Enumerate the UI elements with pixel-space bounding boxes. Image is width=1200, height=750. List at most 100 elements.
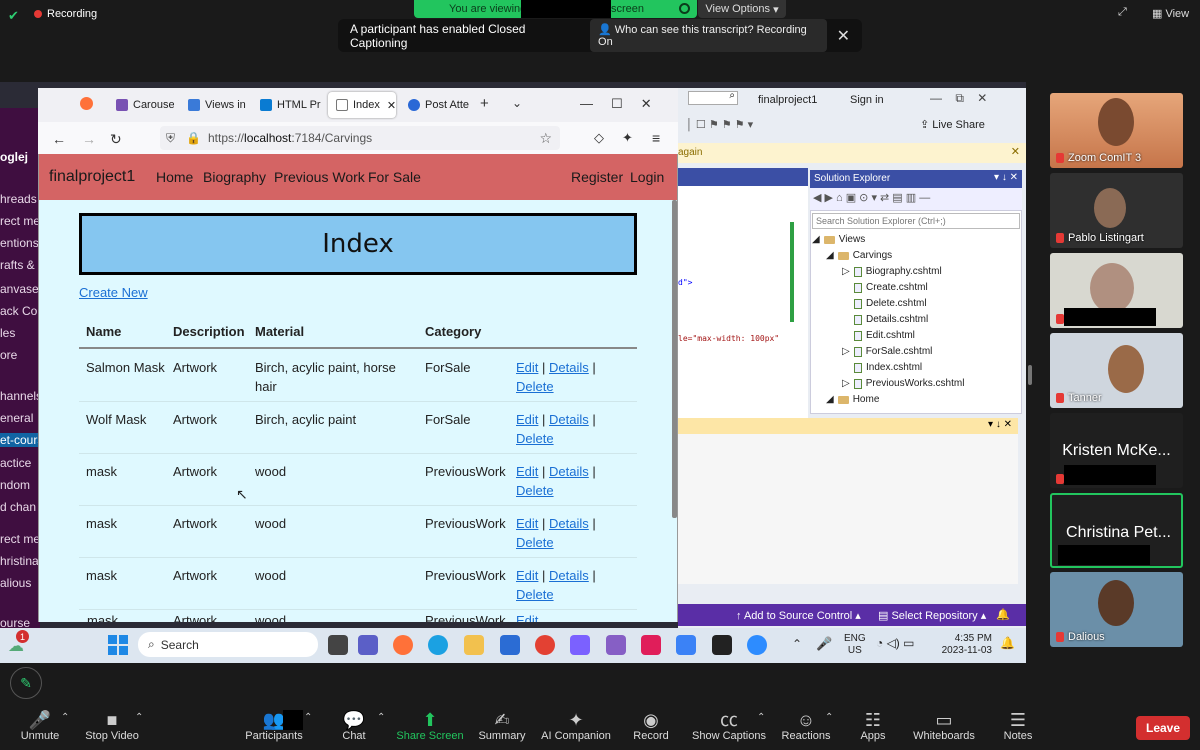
details-link[interactable]: Details <box>549 516 589 531</box>
recording-indicator[interactable]: Recording <box>34 8 97 20</box>
slack-item[interactable]: hreads <box>0 192 37 206</box>
solution-explorer-toolbar[interactable]: ◀ ▶ ⌂ ▣ ⊙ ▾ ⇄ ▤ ▥ — <box>810 188 1022 210</box>
delete-link[interactable]: Delete <box>516 483 554 498</box>
firefox-taskbar-icon[interactable] <box>393 635 413 655</box>
vs-window-controls[interactable]: — ⧉ ✕ <box>930 91 987 106</box>
tab-carousel[interactable]: Carousel <box>108 92 174 118</box>
chevron-up-icon[interactable]: ⌃ <box>757 712 765 723</box>
site-brand[interactable]: finalproject1 <box>49 168 135 186</box>
details-link[interactable]: Details <box>549 464 589 479</box>
chrome-icon[interactable] <box>535 635 555 655</box>
nav-previous-work[interactable]: Previous Work <box>274 169 365 185</box>
tree-folder-carvings[interactable]: ◢ Carvings <box>826 250 892 261</box>
participant-tile[interactable]: Pablo Listingart <box>1050 173 1183 248</box>
nav-login[interactable]: Login <box>630 169 664 185</box>
details-link[interactable]: Details <box>549 360 589 375</box>
nav-biography[interactable]: Biography <box>203 169 266 185</box>
nav-for-sale[interactable]: For Sale <box>368 169 421 185</box>
details-link[interactable]: Details <box>549 412 589 427</box>
record-button[interactable]: ◉ Record <box>611 710 691 742</box>
participant-tile[interactable]: Tanner <box>1050 333 1183 408</box>
pocket-icon[interactable]: ◇ <box>594 130 604 146</box>
bell-icon[interactable]: 🔔 <box>996 608 1010 621</box>
ai-companion-button[interactable]: ✦ AI Companion <box>536 710 616 742</box>
task-view-icon[interactable] <box>328 635 348 655</box>
tree-folder-views[interactable]: ◢ Views <box>812 234 865 245</box>
slack-item-active[interactable]: et-cours <box>0 433 43 447</box>
slack-item[interactable]: rect me <box>0 214 40 228</box>
slack-icon[interactable] <box>641 635 661 655</box>
tree-file[interactable]: ▷ ForSale.cshtml <box>842 346 932 357</box>
slack-item[interactable]: hannels <box>0 389 42 403</box>
forward-icon[interactable]: → <box>82 131 96 147</box>
delete-link[interactable]: Delete <box>516 431 554 446</box>
edit-link[interactable]: Edit <box>516 412 538 427</box>
file-explorer-icon[interactable] <box>464 635 484 655</box>
chevron-up-icon[interactable]: ⌃ <box>135 712 143 723</box>
tree-file[interactable]: Index.cshtml <box>854 362 922 373</box>
copilot-icon[interactable] <box>570 635 590 655</box>
windows-start-icon[interactable] <box>108 635 128 655</box>
tree-file[interactable]: Edit.cshtml <box>854 330 915 341</box>
live-share-button[interactable]: ⇪ Live Share <box>920 118 985 131</box>
delete-link[interactable]: Delete <box>516 379 554 394</box>
leave-button[interactable]: Leave <box>1136 716 1190 740</box>
participant-tile[interactable]: Zoom ComIT 3 <box>1050 93 1183 168</box>
tab-post[interactable]: Post Atte <box>400 92 470 118</box>
extensions-icon[interactable]: ✦ <box>622 130 633 146</box>
edge-icon[interactable] <box>428 635 448 655</box>
fullscreen-icon[interactable]: ⤢ <box>1118 6 1127 19</box>
tree-file[interactable]: Details.cshtml <box>854 314 928 325</box>
menu-icon[interactable]: ≡ <box>652 130 660 146</box>
language-indicator[interactable]: ENG US <box>844 633 866 657</box>
tab-index[interactable]: Index ✕ <box>328 92 396 118</box>
vs-toolbar-icons[interactable]: │ ☐ ⚑ ⚑ ⚑ ▾ <box>686 118 753 131</box>
tab-views[interactable]: Views in <box>180 92 250 118</box>
slack-item[interactable]: entions <box>0 236 39 250</box>
slack-item[interactable]: alious <box>0 576 31 590</box>
teams-icon[interactable] <box>358 635 378 655</box>
slack-item[interactable]: ore <box>0 348 17 362</box>
transcript-visibility-button[interactable]: 👤 Who can see this transcript? Recording… <box>590 19 827 52</box>
whiteboards-button[interactable]: ▭ Whiteboards <box>904 710 984 742</box>
share-screen-button[interactable]: ⬆ Share Screen <box>390 710 470 742</box>
visual-studio-icon[interactable] <box>606 635 626 655</box>
page-scrollbar[interactable] <box>672 200 677 518</box>
annotate-pencil-icon[interactable]: ✎ <box>10 667 42 699</box>
tab-html[interactable]: HTML Pr <box>252 92 324 118</box>
microphone-icon[interactable]: 🎤 <box>816 636 832 652</box>
firefox-icon[interactable] <box>80 97 93 110</box>
edit-link[interactable]: Edit <box>516 516 538 531</box>
edit-link[interactable]: Edit <box>516 464 538 479</box>
delete-link[interactable]: Delete <box>516 587 554 602</box>
url-bar[interactable]: ⛨ 🔒 https://localhost:7184/Carvings ☆ <box>160 126 560 150</box>
summary-button[interactable]: ✍ Summary <box>462 710 542 742</box>
back-icon[interactable]: ← <box>52 131 66 147</box>
taskbar-search[interactable]: ⌕ Search <box>138 632 318 657</box>
zoom-taskbar-icon[interactable] <box>747 635 767 655</box>
notepad-icon[interactable] <box>676 635 696 655</box>
tree-file[interactable]: Create.cshtml <box>854 282 928 293</box>
select-repository-button[interactable]: ▤ Select Repository ▴ <box>878 609 986 622</box>
details-link[interactable]: Details <box>549 568 589 583</box>
slack-item[interactable]: eneral <box>0 411 33 425</box>
panel-resize-handle[interactable] <box>1028 365 1032 385</box>
slack-item[interactable]: hristina <box>0 554 39 568</box>
security-shield-icon[interactable]: ✔ <box>8 8 22 23</box>
bookmark-star-icon[interactable]: ☆ <box>539 130 552 147</box>
close-icon[interactable]: ✕ <box>387 99 396 112</box>
edit-link[interactable]: Edit <box>516 360 538 375</box>
slack-item[interactable]: ndom <box>0 478 30 492</box>
terminal-icon[interactable] <box>712 635 732 655</box>
nav-register[interactable]: Register <box>571 169 623 185</box>
new-tab-icon[interactable]: + <box>480 95 489 112</box>
participant-tile[interactable] <box>1050 253 1183 328</box>
close-icon[interactable]: ▾ ↓ ✕ <box>994 172 1018 183</box>
solution-explorer-search[interactable]: Search Solution Explorer (Ctrl+;) <box>812 213 1020 229</box>
close-icon[interactable]: ✕ <box>837 26 850 46</box>
view-options-button[interactable]: View Options ▾ <box>698 0 786 18</box>
store-icon[interactable] <box>500 635 520 655</box>
slack-item[interactable]: actice <box>0 456 31 470</box>
participant-tile-active[interactable]: Christina Pet... <box>1050 493 1183 568</box>
apps-button[interactable]: ☷ Apps <box>833 710 913 742</box>
